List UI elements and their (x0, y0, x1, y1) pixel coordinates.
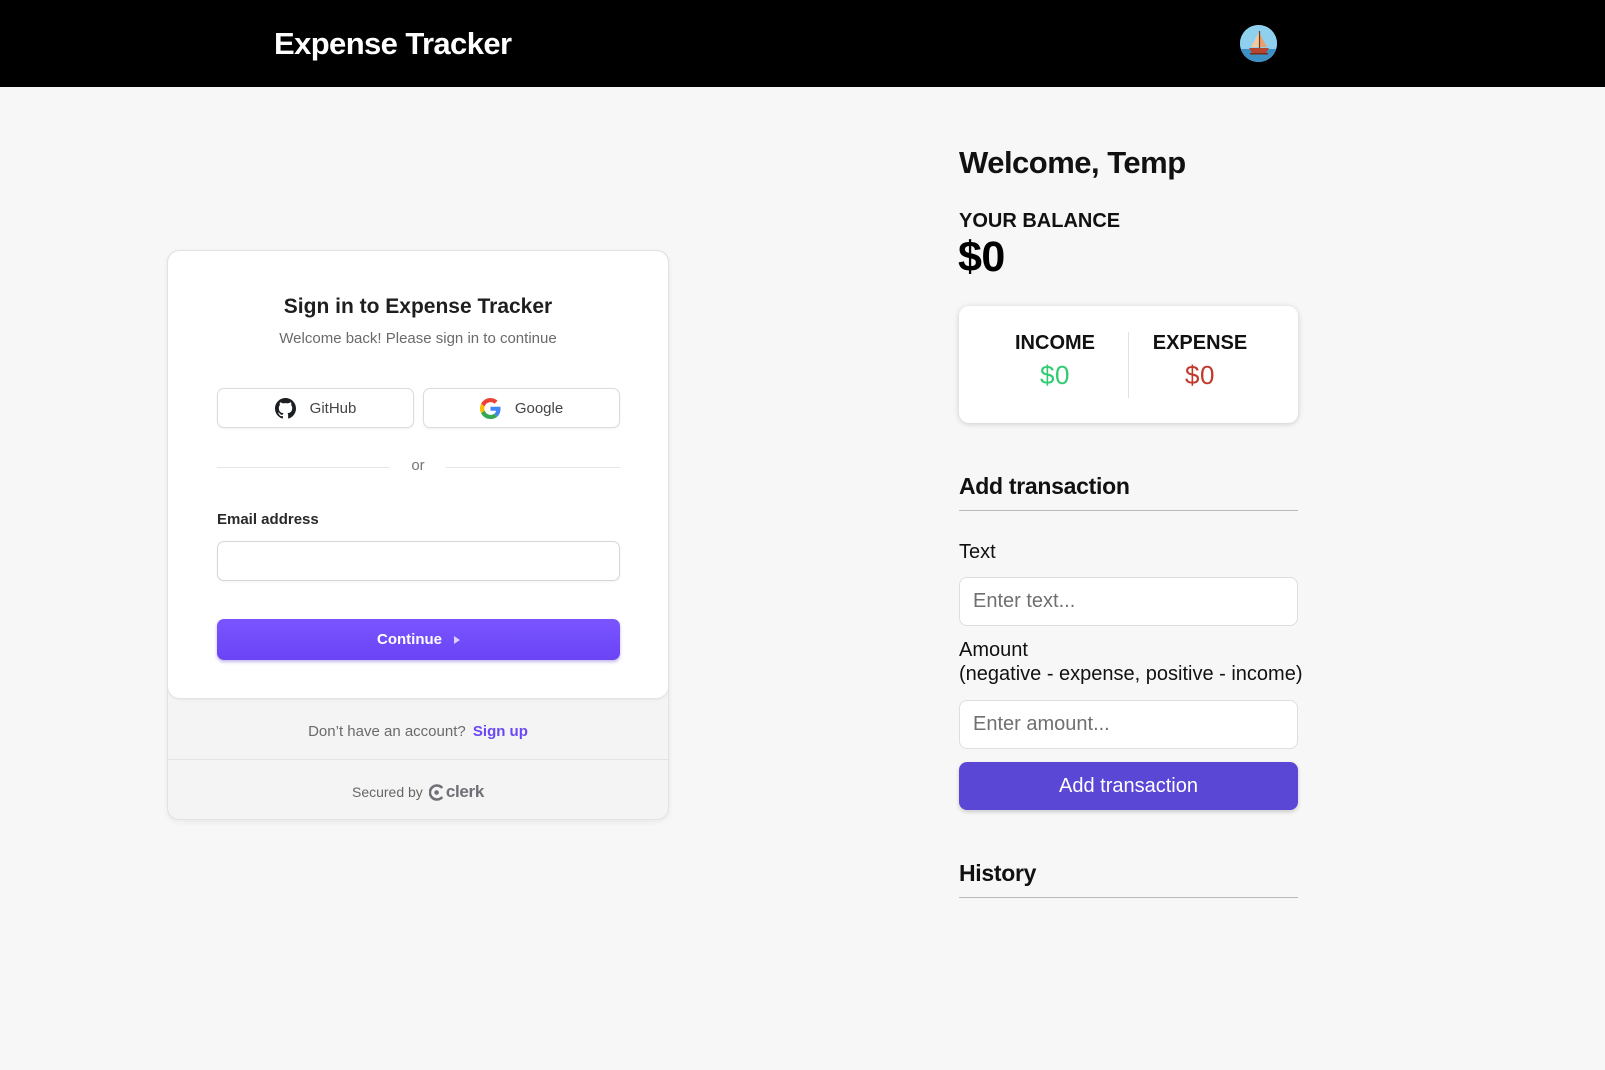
sign-in-card: Sign in to Expense Tracker Welcome back!… (167, 250, 669, 820)
sign-in-main-panel: Sign in to Expense Tracker Welcome back!… (168, 251, 668, 698)
github-label: GitHub (309, 399, 357, 417)
expense-value: $0 (1185, 360, 1215, 390)
amount-input[interactable] (959, 700, 1298, 749)
expense-column: EXPENSE $0 (1125, 330, 1275, 390)
footer-divider (168, 759, 668, 760)
secured-by-footer: Secured by clerk (168, 782, 668, 802)
clerk-logo[interactable]: clerk (428, 782, 485, 802)
email-input[interactable] (217, 541, 620, 581)
income-expense-card: INCOME $0 EXPENSE $0 (959, 306, 1298, 423)
expense-label: EXPENSE (1152, 332, 1248, 354)
income-label: INCOME (1015, 332, 1095, 354)
sign-in-title: Sign in to Expense Tracker (283, 295, 553, 318)
text-input[interactable] (959, 577, 1298, 626)
history-heading: History (959, 860, 1298, 898)
income-value: $0 (1040, 360, 1070, 390)
no-account-text: Don’t have an account? (308, 723, 466, 740)
divider-line-left (217, 467, 390, 468)
continue-label: Continue (377, 631, 442, 648)
clerk-brand-text: clerk (445, 782, 485, 801)
balance-label: YOUR BALANCE (959, 210, 1121, 232)
google-icon (479, 397, 501, 419)
sign-in-subtitle: Welcome back! Please sign in to continue (279, 330, 557, 347)
github-icon (274, 397, 296, 418)
balance-value: $0 (958, 233, 1005, 281)
caret-right-icon (454, 635, 460, 644)
secured-by-text: Secured by (351, 784, 423, 800)
divider-text: or (411, 457, 425, 474)
income-column: INCOME $0 (980, 330, 1130, 390)
welcome-heading: Welcome, Temp (959, 145, 1186, 180)
app-title: Expense Tracker (274, 26, 512, 61)
amount-label-hint: (negative - expense, positive - income) (959, 663, 1303, 685)
text-label: Text (959, 541, 996, 563)
sign-up-prompt: Don’t have an account? Sign up (168, 723, 668, 740)
amount-label-title: Amount (959, 639, 1028, 661)
add-transaction-heading: Add transaction (959, 473, 1298, 511)
google-sign-in-button[interactable]: Google (423, 388, 620, 428)
sailboat-avatar-icon (1240, 25, 1277, 62)
top-bar: Expense Tracker (0, 0, 1605, 87)
github-sign-in-button[interactable]: GitHub (217, 388, 414, 428)
user-avatar[interactable] (1240, 25, 1277, 62)
clerk-logo-icon (428, 783, 443, 801)
divider-line-right (446, 467, 620, 468)
continue-button[interactable]: Continue (217, 619, 620, 660)
amount-label: Amount (negative - expense, positive - i… (959, 638, 1303, 686)
add-transaction-button[interactable]: Add transaction (959, 762, 1298, 810)
sign-up-link[interactable]: Sign up (473, 723, 528, 740)
google-label: Google (514, 399, 564, 417)
email-label: Email address (217, 511, 319, 528)
